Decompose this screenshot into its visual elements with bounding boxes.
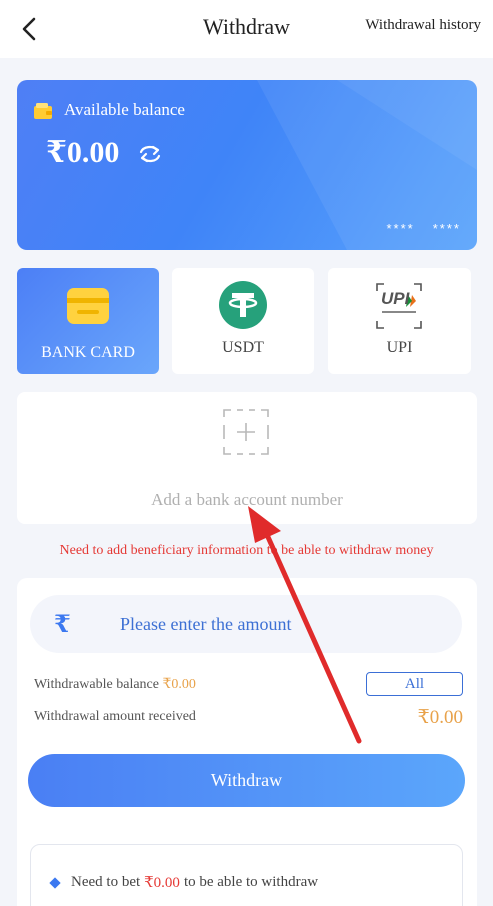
amount-panel: ₹ Withdrawable balance ₹0.00 All Withdra… xyxy=(17,578,477,906)
method-label: UPI xyxy=(386,339,413,356)
balance-amount: ₹0.00 xyxy=(46,136,120,169)
card-mask-group: **** xyxy=(432,221,461,236)
balance-card: Available balance ₹0.00 **** **** xyxy=(17,80,477,250)
chevron-left-icon xyxy=(22,17,36,41)
note-amount: ₹0.00 xyxy=(144,875,180,891)
withdrawable-balance-row: Withdrawable balance ₹0.00 xyxy=(34,676,196,693)
top-bar: Withdraw Withdrawal history xyxy=(0,0,493,58)
withdraw-button[interactable]: Withdraw xyxy=(28,754,465,807)
amount-input-container: ₹ xyxy=(30,595,462,653)
received-amount-label: Withdrawal amount received xyxy=(34,709,196,724)
bet-requirement-note: Need to bet ₹0.00 to be able to withdraw xyxy=(30,844,463,906)
upi-logo: UPI xyxy=(375,282,423,330)
rupee-icon: ₹ xyxy=(54,612,71,638)
method-upi[interactable]: UPI UPI xyxy=(328,268,471,374)
withdrawable-balance-value: ₹0.00 xyxy=(162,677,196,692)
wallet-icon xyxy=(34,103,52,119)
note-suffix: to be able to withdraw xyxy=(183,874,319,890)
note-prefix: Need to bet xyxy=(71,874,141,890)
add-bank-account-card[interactable]: Add a bank account number xyxy=(17,392,477,524)
method-bank-card[interactable]: BANK CARD xyxy=(17,268,159,374)
card-mask-group: **** xyxy=(386,221,415,236)
bank-card-icon xyxy=(67,288,109,324)
upi-logo-text: UPI xyxy=(381,289,410,308)
received-amount-value: ₹0.00 xyxy=(417,707,463,728)
available-balance-label: Available balance xyxy=(64,100,185,119)
refresh-icon[interactable] xyxy=(137,143,163,165)
method-label: USDT xyxy=(222,339,264,356)
bet-requirement-text: Need to bet ₹0.00 to be able to withdraw xyxy=(49,873,319,892)
beneficiary-warning: Need to add beneficiary information to b… xyxy=(59,543,434,558)
method-label: BANK CARD xyxy=(41,344,135,361)
all-amount-button[interactable]: All xyxy=(366,672,463,696)
add-bank-account-label: Add a bank account number xyxy=(151,490,343,509)
method-usdt[interactable]: USDT xyxy=(172,268,314,374)
amount-input[interactable] xyxy=(120,607,440,641)
back-button[interactable] xyxy=(14,14,44,44)
add-icon xyxy=(223,409,269,455)
withdrawal-history-link[interactable]: Withdrawal history xyxy=(365,17,481,34)
card-number-mask: **** **** xyxy=(387,221,462,236)
withdrawable-balance-label: Withdrawable balance xyxy=(34,677,159,692)
diamond-bullet-icon xyxy=(49,876,61,889)
tether-icon xyxy=(219,281,267,329)
